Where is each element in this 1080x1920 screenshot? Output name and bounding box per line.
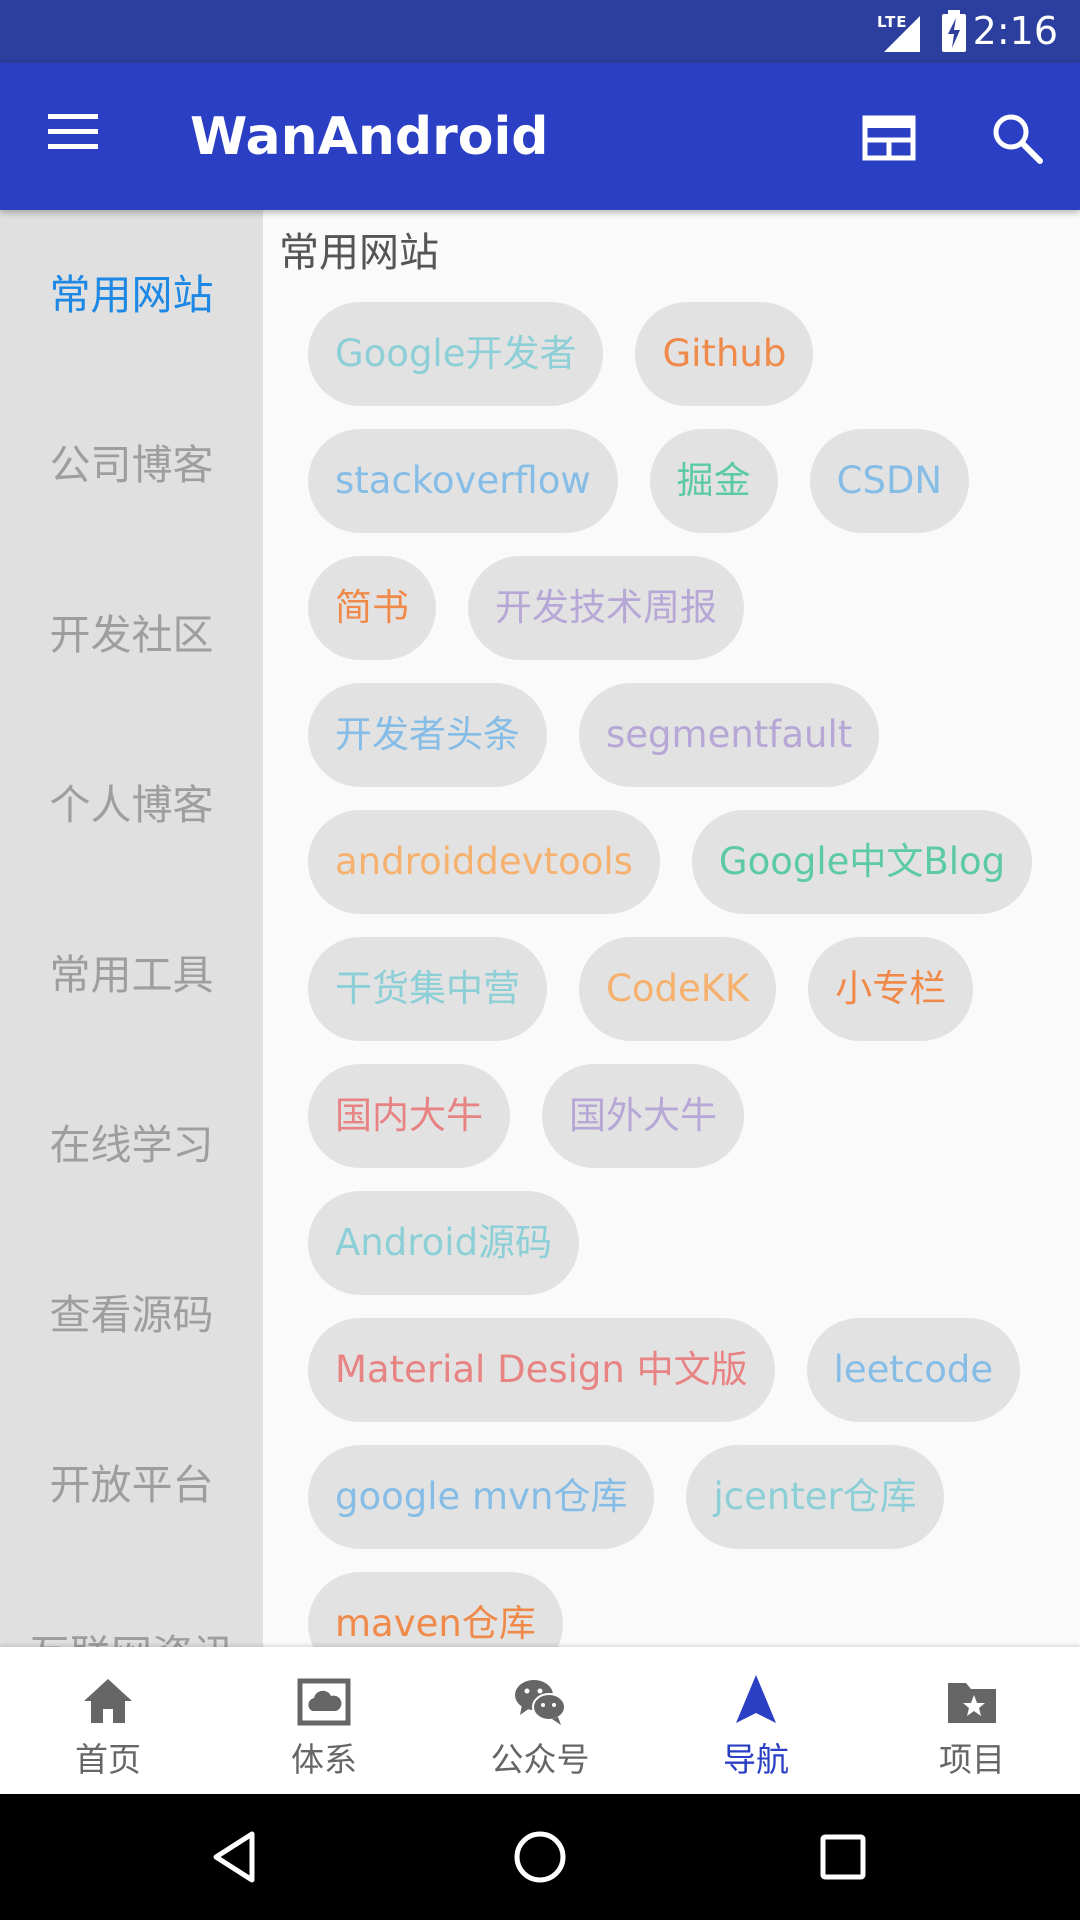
chip-row: Google开发者 Github [308,302,1068,406]
web-icon[interactable] [862,115,916,161]
site-chip[interactable]: 国内大牛 [308,1064,510,1168]
chip-row: 简书 开发技术周报 [308,556,1068,660]
chip-row: 开发者头条 segmentfault [308,683,1068,787]
signal-icon [884,16,920,52]
site-chip[interactable]: leetcode [806,1318,1021,1422]
nav-tab-system[interactable]: 体系 [216,1647,432,1794]
chip-row: Android源码 [308,1191,1068,1295]
chip-row: Material Design 中文版 leetcode [308,1318,1068,1422]
sidebar-item-online-learning[interactable]: 在线学习 [0,1060,263,1230]
home-circle-icon[interactable] [507,1824,573,1890]
app-screen: LTE 2:16 WanAndroid 常用网站 公司博客 开发社区 个人博客 … [0,0,1080,1920]
nav-tab-wechat[interactable]: 公众号 [432,1647,648,1794]
site-chip[interactable]: Material Design 中文版 [308,1318,775,1422]
menu-icon[interactable] [48,114,98,154]
chip-row: 国内大牛 国外大牛 [308,1064,1068,1168]
sidebar-item-company-blogs[interactable]: 公司博客 [0,380,263,550]
chip-row: androiddevtools Google中文Blog [308,810,1068,914]
site-chip[interactable]: google mvn仓库 [308,1445,655,1549]
sites-content: 常用网站 Google开发者 Github stackoverflow 掘金 CSDN 简… [263,210,1080,1647]
site-chip[interactable]: Google中文Blog [691,810,1033,914]
status-time: 2:16 [972,9,1058,53]
site-chip[interactable]: 小专栏 [808,937,974,1041]
sidebar-item-personal-blogs[interactable]: 个人博客 [0,720,263,890]
status-bar: LTE 2:16 [0,0,1080,63]
chip-row: google mvn仓库 jcenter仓库 [308,1445,1068,1549]
site-chip[interactable]: CodeKK [579,937,777,1041]
back-icon[interactable] [202,1824,268,1890]
sidebar-item-open-platform[interactable]: 开放平台 [0,1400,263,1570]
search-icon[interactable] [990,111,1044,165]
sidebar-item-common-sites[interactable]: 常用网站 [0,210,263,380]
site-chip[interactable]: CSDN [809,429,970,533]
section-title: 常用网站 [279,230,439,276]
site-chip[interactable]: jcenter仓库 [686,1445,944,1549]
site-chip[interactable]: 简书 [308,556,436,660]
site-chip[interactable]: segmentfault [579,683,880,787]
site-chip[interactable]: 干货集中营 [308,937,547,1041]
site-chip[interactable]: stackoverflow [308,429,618,533]
site-chip[interactable]: 开发技术周报 [468,556,744,660]
nav-label-navigation: 导航 [723,1740,789,1779]
sidebar-item-view-source[interactable]: 查看源码 [0,1230,263,1400]
nav-tab-project[interactable]: 项目 [864,1647,1080,1794]
site-chip[interactable]: 开发者头条 [308,683,547,787]
nav-tab-navigation[interactable]: 导航 [648,1647,864,1794]
folder-star-icon [948,1683,996,1723]
site-chip[interactable]: Google开发者 [308,302,604,406]
nav-label-project: 项目 [939,1740,1005,1779]
site-chip[interactable]: Github [635,302,814,406]
chip-row: stackoverflow 掘金 CSDN [308,429,1068,533]
app-toolbar: WanAndroid [0,63,1080,210]
nav-label-home: 首页 [75,1740,141,1779]
nav-label-wechat: 公众号 [490,1740,590,1779]
nav-tab-home[interactable]: 首页 [0,1647,216,1794]
site-chip[interactable]: Android源码 [308,1191,580,1295]
wechat-icon [515,1680,566,1725]
category-sidebar: 常用网站 公司博客 开发社区 个人博客 常用工具 在线学习 查看源码 开放平台 … [0,210,263,1647]
sidebar-item-dev-community[interactable]: 开发社区 [0,550,263,720]
recents-icon[interactable] [810,1824,876,1890]
chip-row: maven仓库 [308,1572,1068,1647]
nav-label-system: 体系 [291,1740,357,1779]
home-icon [84,1679,132,1723]
sidebar-item-internet-news[interactable]: 互联网资讯 [0,1570,263,1647]
sidebar-item-common-tools[interactable]: 常用工具 [0,890,263,1060]
site-chip[interactable]: 掘金 [649,429,778,533]
bottom-navigation: 首页 体系 公众号 导航 项目 [0,1647,1080,1794]
battery-charging-icon [942,10,966,52]
site-chip-list: Google开发者 Github stackoverflow 掘金 CSDN 简书 开发技术… [308,302,1068,1647]
chip-row: 干货集中营 CodeKK 小专栏 [308,937,1068,1041]
navigation-icon [736,1675,776,1723]
system-navigation-bar [0,1794,1080,1920]
site-chip[interactable]: androiddevtools [308,810,660,914]
cloud-icon [297,1678,351,1726]
site-chip[interactable]: maven仓库 [308,1572,563,1647]
app-title: WanAndroid [190,107,549,167]
site-chip[interactable]: 国外大牛 [542,1064,744,1168]
